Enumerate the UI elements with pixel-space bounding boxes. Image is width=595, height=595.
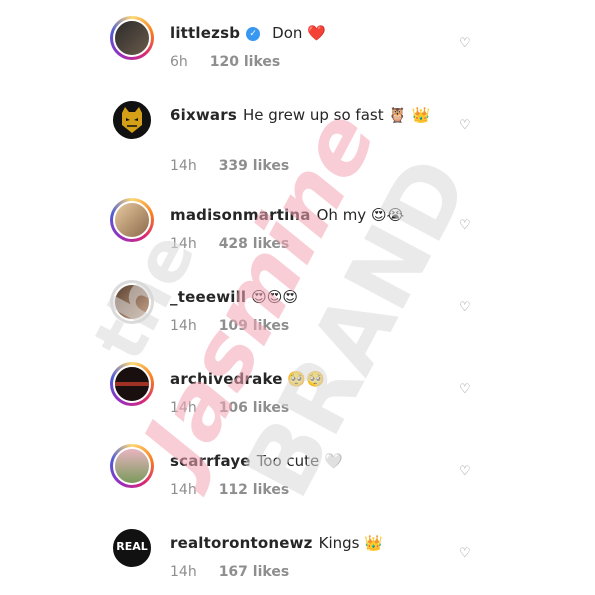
username[interactable]: littlezsb	[170, 24, 240, 42]
comment-emoji: 🥺🥺	[287, 370, 325, 388]
likes-count[interactable]: 428 likes	[219, 236, 289, 252]
username[interactable]: scarrfaye	[170, 452, 251, 470]
comment-item: _teeewill 😍😍😍 14h 109 likes ♡	[0, 266, 595, 348]
username[interactable]: madisonmartina	[170, 206, 311, 224]
comment-emoji: 👑	[364, 534, 383, 552]
comment-emoji: 🦉 👑	[388, 106, 431, 124]
comment-item: 6ixwars He grew up so fast 🦉 👑 14h 339 lik…	[0, 84, 595, 174]
like-heart-icon[interactable]: ♡	[459, 546, 471, 561]
timestamp: 14h	[170, 482, 197, 498]
real-toronto-news-logo-icon[interactable]: REAL	[113, 529, 151, 567]
comment-text: Oh my	[316, 206, 367, 224]
mask-avatar-icon[interactable]	[113, 101, 151, 139]
comment-item: scarrfaye Too cute 🤍 14h 112 likes ♡	[0, 430, 595, 512]
like-heart-icon[interactable]: ♡	[459, 300, 471, 315]
timestamp: 14h	[170, 318, 197, 334]
avatar-photo-icon[interactable]	[113, 447, 151, 485]
likes-count[interactable]: 109 likes	[219, 318, 289, 334]
username[interactable]: 6ixwars	[170, 106, 237, 124]
comment-item: madisonmartina Oh my 😍😭 14h 428 likes ♡	[0, 184, 595, 266]
comment-text: Kings	[318, 534, 360, 552]
likes-count[interactable]: 112 likes	[219, 482, 289, 498]
comment-item: REAL realtorontonewz Kings 👑 14h 167 likes…	[0, 512, 595, 594]
like-heart-icon[interactable]: ♡	[459, 36, 471, 51]
mask-icon	[122, 107, 142, 133]
avatar-photo-icon[interactable]	[113, 365, 151, 403]
timestamp: 6h	[170, 54, 188, 70]
like-heart-icon[interactable]: ♡	[459, 464, 471, 479]
comment-emoji: 🤍	[324, 452, 343, 470]
avatar-container[interactable]: REAL	[110, 526, 154, 570]
avatar-container[interactable]	[110, 280, 154, 324]
timestamp: 14h	[170, 564, 197, 580]
timestamp: 14h	[170, 236, 197, 252]
story-ring[interactable]	[110, 16, 154, 60]
like-heart-icon[interactable]: ♡	[459, 118, 471, 133]
comment-emoji: 😍😍😍	[251, 288, 298, 306]
story-ring[interactable]	[110, 444, 154, 488]
avatar-banner-graphic	[115, 382, 149, 386]
comment-text: He grew up so fast	[242, 106, 384, 124]
comment-item: littlezsb ✓ Don ❤️ 6h 120 likes ♡	[0, 2, 595, 84]
timestamp: 14h	[170, 400, 197, 416]
logo-text: REAL	[116, 540, 148, 553]
like-heart-icon[interactable]: ♡	[459, 382, 471, 397]
avatar-photo-icon[interactable]	[113, 201, 151, 239]
likes-count[interactable]: 106 likes	[219, 400, 289, 416]
likes-count[interactable]: 167 likes	[219, 564, 289, 580]
likes-count[interactable]: 120 likes	[210, 54, 280, 70]
like-heart-icon[interactable]: ♡	[459, 218, 471, 233]
story-ring[interactable]	[110, 362, 154, 406]
verified-badge-icon: ✓	[246, 26, 261, 41]
comment-text: Don	[272, 24, 303, 42]
timestamp: 14h	[170, 158, 197, 174]
avatar-photo-icon[interactable]	[113, 19, 151, 57]
username[interactable]: _teeewill	[170, 288, 246, 306]
story-ring[interactable]	[110, 198, 154, 242]
avatar-photo-icon[interactable]	[113, 283, 151, 321]
comment-emoji: ❤️	[307, 24, 326, 42]
comment-item: archivedrake 🥺🥺 14h 106 likes ♡	[0, 348, 595, 430]
comment-emoji: 😍😭	[370, 206, 405, 224]
likes-count[interactable]: 339 likes	[219, 158, 289, 174]
username[interactable]: archivedrake	[170, 370, 283, 388]
avatar-container[interactable]	[110, 98, 154, 142]
comment-text: Too cute	[256, 452, 320, 470]
username[interactable]: realtorontonewz	[170, 534, 313, 552]
